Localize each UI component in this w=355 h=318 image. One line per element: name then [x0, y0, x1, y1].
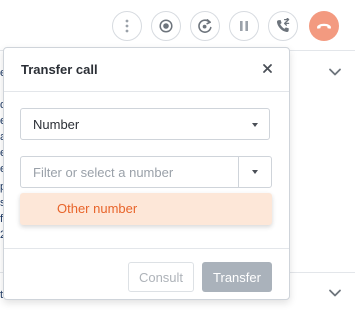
- call-panel: e d e a e e p s f 2 t Transfer call Numb…: [0, 0, 355, 318]
- number-dropdown-toggle[interactable]: [239, 157, 271, 187]
- pause-icon: [240, 21, 248, 31]
- chevron-down-icon[interactable]: [328, 288, 342, 298]
- more-button[interactable]: [112, 11, 142, 41]
- dialog-header: Transfer call: [4, 48, 289, 92]
- hang-up-icon: [317, 23, 331, 29]
- record-icon: [159, 19, 173, 33]
- number-filter-input[interactable]: [21, 157, 238, 187]
- phone-transfer-icon: [276, 18, 290, 33]
- transfer-type-value: Number: [33, 117, 80, 132]
- close-icon[interactable]: [262, 63, 273, 74]
- transfer-call-dialog: Transfer call Number Other number Consul…: [3, 47, 290, 300]
- phone-transfer-button[interactable]: [268, 11, 298, 41]
- dropdown-option-other-number[interactable]: Other number: [20, 193, 272, 225]
- dropdown-option-label: Other number: [57, 201, 138, 216]
- more-dots-icon: [125, 19, 129, 33]
- pause-button[interactable]: [229, 11, 259, 41]
- record-button[interactable]: [151, 11, 181, 41]
- dialog-title: Transfer call: [21, 62, 98, 77]
- dialog-footer: Consult Transfer: [4, 248, 289, 300]
- caret-down-icon: [252, 123, 258, 127]
- chevron-down-icon[interactable]: [328, 67, 342, 77]
- hang-up-button[interactable]: [309, 11, 339, 41]
- consult-button[interactable]: Consult: [128, 262, 194, 292]
- refresh-call-icon: [198, 19, 212, 33]
- caret-down-icon: [252, 170, 258, 174]
- refresh-call-button[interactable]: [190, 11, 220, 41]
- transfer-type-select[interactable]: Number: [20, 108, 270, 140]
- number-combobox: [20, 156, 272, 188]
- transfer-button[interactable]: Transfer: [202, 262, 272, 292]
